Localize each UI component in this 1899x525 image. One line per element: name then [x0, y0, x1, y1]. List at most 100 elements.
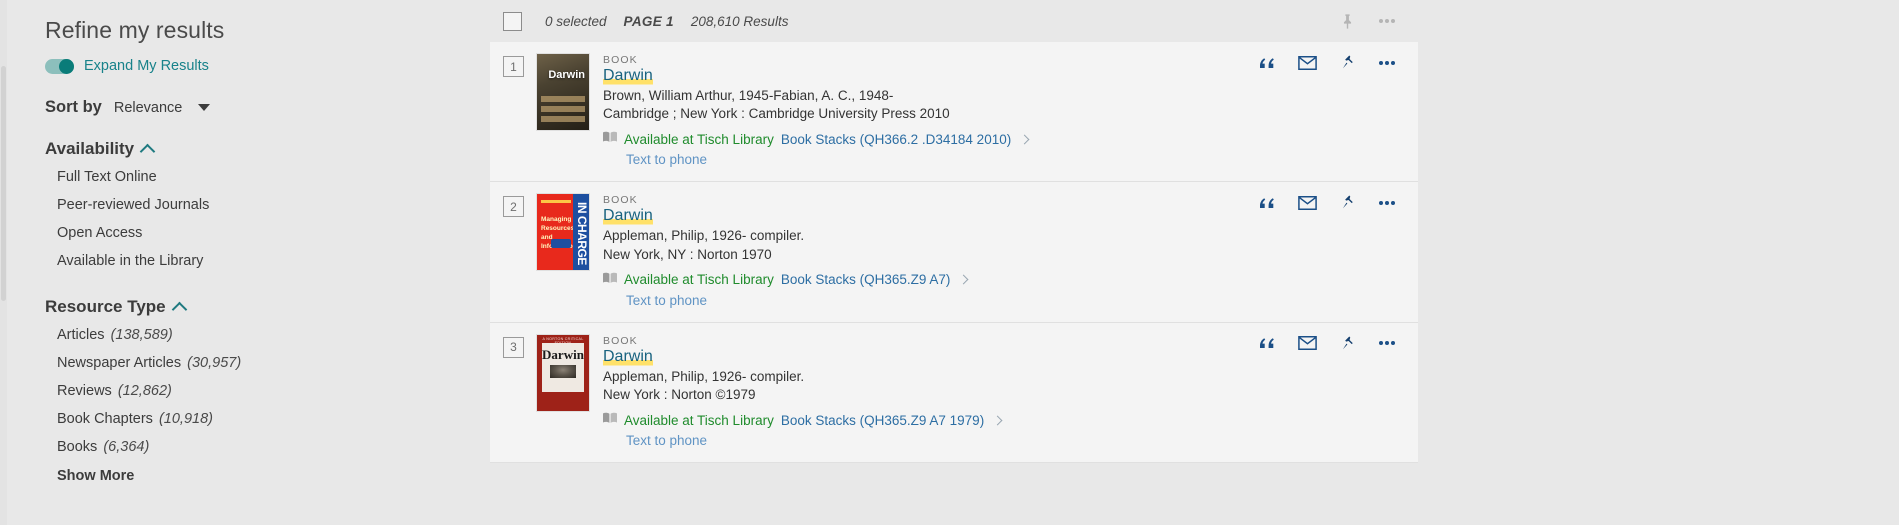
result-title-link[interactable]: Darwin	[603, 347, 653, 366]
result-publication: New York, NY : Norton 1970	[603, 246, 772, 262]
facet-item-available-in-the-library[interactable]: Available in the Library	[45, 247, 490, 275]
facet-item-book-chapters[interactable]: Book Chapters (10,918)	[45, 405, 490, 433]
results-column: 0 selected PAGE 1 208,610 Results 1 Darw…	[490, 0, 1418, 525]
ellipsis-icon[interactable]	[1378, 18, 1396, 24]
results-count: 208,610 Results	[690, 13, 789, 29]
result-index: 3	[503, 336, 524, 358]
search-results-page: Refine my results Expand My Results Sort…	[0, 0, 1899, 525]
facet-item-label: Reviews	[57, 383, 112, 399]
cover-thumbnail-wrap: Managing Resources and Information IN CH…	[537, 194, 589, 307]
chevron-right-icon[interactable]	[1019, 134, 1030, 145]
result-item[interactable]: 2 Managing Resources and Information IN …	[490, 182, 1418, 323]
chevron-down-icon[interactable]	[198, 104, 211, 111]
quote-icon[interactable]	[1260, 196, 1276, 210]
envelope-icon[interactable]	[1298, 336, 1317, 351]
availability-status[interactable]: Available at Tisch Library	[624, 413, 774, 428]
result-authors: Appleman, Philip, 1926- compiler.	[603, 368, 805, 384]
sort-by-value[interactable]: Relevance	[114, 100, 183, 116]
availability-row: Available at Tisch Library Book Stacks (…	[603, 411, 1396, 429]
result-publication: New York : Norton ©1979	[603, 387, 756, 403]
result-item[interactable]: 1 Darwin BOOK Darwin Brown, William Arth…	[490, 42, 1418, 183]
expand-my-results-label[interactable]: Expand My Results	[84, 58, 209, 74]
sidebar-scrollbar-thumb[interactable]	[1, 66, 6, 301]
cover-title-text: Darwin	[542, 346, 584, 362]
chevron-up-icon[interactable]	[139, 143, 156, 159]
facet-header-availability[interactable]: Availability	[45, 139, 490, 159]
book-cover-image[interactable]: Darwin	[537, 54, 589, 130]
facet-item-label: Books	[57, 439, 98, 455]
ellipsis-icon[interactable]	[1378, 60, 1396, 66]
sort-by-row: Sort by Relevance	[45, 98, 490, 117]
envelope-icon[interactable]	[1298, 55, 1317, 70]
availability-location[interactable]: Book Stacks (QH365.Z9 A7)	[781, 272, 951, 287]
sidebar-scrollbar[interactable]	[0, 0, 7, 525]
facet-item-reviews[interactable]: Reviews (12,862)	[45, 377, 490, 405]
facet-item-articles[interactable]: Articles (138,589)	[45, 321, 490, 349]
page-number: PAGE 1	[623, 13, 674, 29]
facet-item-label: Articles	[57, 327, 105, 343]
pin-icon[interactable]	[1339, 13, 1356, 30]
ellipsis-icon[interactable]	[1378, 340, 1396, 346]
select-all-checkbox[interactable]	[503, 11, 522, 31]
facet-item-count: (138,589)	[110, 327, 173, 343]
book-cover-image[interactable]: Managing Resources and Information IN CH…	[537, 194, 589, 271]
ellipsis-icon[interactable]	[1378, 200, 1396, 206]
facet-item-newspaper-articles[interactable]: Newspaper Articles (30,957)	[45, 349, 490, 377]
envelope-icon[interactable]	[1298, 195, 1317, 210]
show-more-button[interactable]: Show More	[45, 461, 490, 490]
result-title-link[interactable]: Darwin	[603, 207, 653, 226]
text-to-phone-link[interactable]: Text to phone	[626, 433, 1396, 448]
book-cover-image[interactable]: A NORTON CRITICAL EDITION Darwin	[537, 334, 589, 411]
result-body: BOOK Darwin Appleman, Philip, 1926- comp…	[603, 194, 1396, 308]
availability-status[interactable]: Available at Tisch Library	[624, 272, 774, 287]
text-to-phone-link[interactable]: Text to phone	[626, 293, 1396, 308]
result-actions	[1260, 335, 1396, 352]
cover-thumbnail-wrap: A NORTON CRITICAL EDITION Darwin	[537, 334, 589, 448]
availability-location[interactable]: Book Stacks (QH366.2 .D34184 2010)	[781, 132, 1011, 147]
result-body: BOOK Darwin Appleman, Philip, 1926- comp…	[603, 335, 1396, 448]
facet-list-resource-type: Articles (138,589) Newspaper Articles (3…	[45, 321, 490, 490]
pin-icon[interactable]	[1339, 335, 1356, 352]
facet-item-label: Book Chapters	[57, 411, 153, 427]
facet-item-label: Full Text Online	[57, 169, 157, 185]
facet-item-label: Newspaper Articles	[57, 355, 182, 371]
facet-item-count: (6,364)	[103, 439, 150, 455]
facet-item-full-text-online[interactable]: Full Text Online	[45, 163, 490, 191]
expand-my-results-row[interactable]: Expand My Results	[45, 58, 490, 74]
result-title-link[interactable]: Darwin	[603, 67, 653, 85]
book-icon	[603, 130, 617, 148]
facet-item-books[interactable]: Books (6,364)	[45, 433, 490, 461]
right-empty-area	[1418, 0, 1899, 525]
facet-header-resource-type[interactable]: Resource Type	[45, 297, 490, 317]
availability-location[interactable]: Book Stacks (QH365.Z9 A7 1979)	[781, 413, 984, 428]
facet-group-resource-type: Resource Type Articles (138,589) Newspap…	[45, 297, 490, 490]
cover-title-text: IN CHARGE	[573, 194, 589, 271]
facet-item-open-access[interactable]: Open Access	[45, 219, 490, 247]
result-actions	[1260, 194, 1396, 211]
text-to-phone-link[interactable]: Text to phone	[626, 152, 1396, 167]
chevron-up-icon[interactable]	[171, 301, 187, 317]
chevron-right-icon[interactable]	[992, 415, 1003, 426]
result-authors: Brown, William Arthur, 1945-Fabian, A. C…	[603, 88, 894, 103]
facet-item-label: Open Access	[57, 225, 143, 241]
expand-my-results-toggle[interactable]	[45, 58, 74, 74]
facet-group-availability: Availability Full Text Online Peer-revie…	[45, 139, 490, 275]
result-publication: Cambridge ; New York : Cambridge Univers…	[603, 106, 950, 122]
facet-item-count: (10,918)	[158, 411, 213, 427]
result-item[interactable]: 3 A NORTON CRITICAL EDITION Darwin BOOK …	[490, 322, 1418, 464]
selected-count: 0 selected	[545, 13, 607, 29]
availability-row: Available at Tisch Library Book Stacks (…	[603, 271, 1396, 289]
availability-row: Available at Tisch Library Book Stacks (…	[603, 130, 1396, 148]
facet-title: Availability	[45, 139, 135, 158]
quote-icon[interactable]	[1260, 336, 1276, 350]
result-index: 2	[503, 196, 524, 218]
pin-icon[interactable]	[1339, 194, 1356, 211]
chevron-right-icon[interactable]	[958, 274, 969, 285]
facet-list-availability: Full Text Online Peer-reviewed Journals …	[45, 163, 490, 275]
facet-item-count: (30,957)	[187, 355, 242, 371]
facet-item-peer-reviewed-journals[interactable]: Peer-reviewed Journals	[45, 191, 490, 219]
quote-icon[interactable]	[1260, 56, 1276, 70]
pin-icon[interactable]	[1339, 54, 1356, 71]
result-actions	[1260, 54, 1396, 71]
availability-status[interactable]: Available at Tisch Library	[624, 132, 774, 147]
